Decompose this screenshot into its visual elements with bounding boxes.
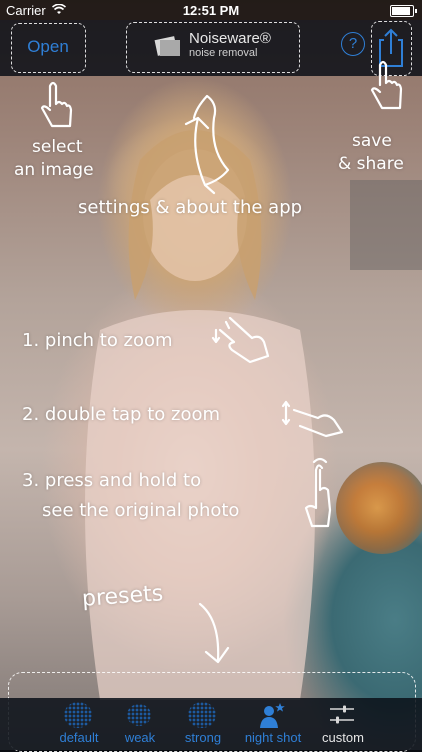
press-hand-icon (304, 457, 332, 528)
hint-drawings (40, 60, 403, 664)
preset-label: weak (124, 730, 156, 745)
dots-icon (127, 704, 151, 726)
pointing-hand-icon (370, 60, 403, 110)
sliders-icon (330, 705, 354, 724)
pointing-hand-icon (40, 81, 73, 128)
hint-save-line2: & share (338, 154, 404, 174)
preset-night-shot[interactable]: night shot (236, 698, 310, 750)
preset-strong[interactable]: strong (168, 698, 238, 750)
person-star-icon (260, 703, 285, 728)
preset-label: custom (322, 730, 364, 745)
hint-settings: settings & about the app (78, 197, 303, 218)
curved-arrow-icon (184, 94, 230, 195)
hint-select-line1: select (32, 137, 83, 157)
hint-press-line2: see the original photo (42, 500, 240, 521)
hint-select-line2: an image (14, 160, 94, 180)
preset-default[interactable]: default (44, 698, 114, 750)
dots-icon (188, 702, 216, 728)
hint-pinch: 1. pinch to zoom (22, 330, 173, 351)
pinch-hand-icon (211, 316, 270, 364)
preset-weak[interactable]: weak (105, 698, 175, 750)
dots-icon (64, 702, 92, 728)
hint-double-tap: 2. double tap to zoom (22, 404, 220, 425)
hint-save-line1: save (352, 131, 392, 151)
double-tap-hand-icon (281, 400, 344, 438)
preset-label: default (59, 730, 99, 745)
hint-press-line1: 3. press and hold to (22, 470, 202, 491)
preset-custom[interactable]: custom (308, 698, 378, 750)
down-arrow-icon (198, 602, 230, 664)
preset-label: night shot (244, 730, 302, 745)
preset-label: strong (184, 730, 222, 745)
